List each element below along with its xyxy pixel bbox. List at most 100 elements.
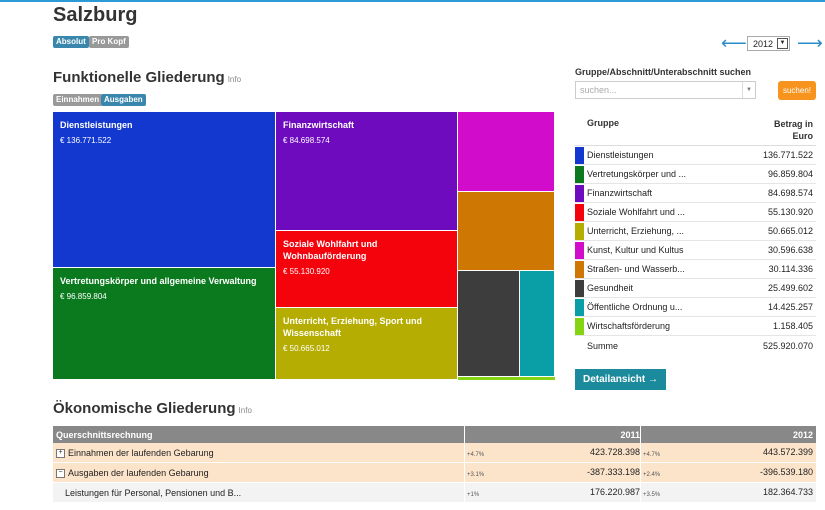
group-row-value: 55.130.920 — [767, 207, 813, 217]
color-swatch — [575, 261, 584, 278]
sum-value: 525.920.070 — [762, 341, 813, 351]
group-row-value: 30.114.336 — [768, 264, 813, 274]
value-2011: -387.333.198 — [586, 467, 640, 477]
tile-1-label: Vertretungskörper und allgemeine Verwalt… — [60, 276, 257, 286]
economic-row-text: Ausgaben der laufenden Gebarung — [68, 468, 209, 478]
col-year2-header: 2012 — [792, 430, 813, 440]
group-row-value: 84.698.574 — [767, 188, 813, 198]
economic-info-link[interactable]: Info — [239, 406, 252, 415]
badge-einnahmen[interactable]: Einnahmen — [53, 94, 103, 106]
treemap: Dienstleistungen € 136.771.522 Vertretun… — [53, 112, 555, 380]
group-row-value: 96.859.804 — [767, 169, 813, 179]
tile-1[interactable]: Vertretungskörper und allgemeine Verwalt… — [53, 268, 276, 380]
tile-0-label: Dienstleistungen — [60, 120, 133, 130]
color-swatch — [575, 318, 584, 335]
prev-year-arrow-icon[interactable]: ⟵ — [721, 34, 747, 52]
group-row-name: Straßen- und Wasserb... — [587, 264, 685, 274]
functional-info-link[interactable]: Info — [228, 75, 241, 84]
header-divider — [640, 426, 641, 443]
tile-9[interactable] — [458, 377, 555, 380]
economic-heading-text: Ökonomische Gliederung — [53, 400, 236, 417]
tile-2[interactable]: Finanzwirtschaft € 84.698.574 — [276, 112, 458, 231]
group-row-name: Finanzwirtschaft — [587, 188, 653, 198]
tile-5[interactable] — [458, 112, 555, 192]
economic-table: Querschnittsrechnung 2011 2012 + Einnahme… — [53, 426, 816, 503]
next-year-arrow-icon[interactable]: ⟶ — [797, 34, 823, 52]
tile-0[interactable]: Dienstleistungen € 136.771.522 — [53, 112, 276, 268]
economic-row-text: Einnahmen der laufenden Gebarung — [68, 448, 214, 458]
group-row-name: Unterricht, Erziehung, ... — [587, 226, 685, 236]
col-amount-header: Betrag in Euro — [774, 118, 813, 142]
badge-ausgaben[interactable]: Ausgaben — [101, 94, 146, 106]
color-swatch — [575, 185, 584, 202]
search-input[interactable]: suchen... ▼ — [575, 81, 756, 99]
year-select[interactable]: 2012 ▼ — [747, 36, 790, 51]
color-swatch — [575, 166, 584, 183]
chevron-down-icon[interactable]: ▼ — [742, 82, 755, 98]
color-swatch — [575, 223, 584, 240]
page-title: Salzburg — [53, 4, 138, 26]
economic-row-label[interactable]: − Ausgaben der laufenden Gebarung — [56, 468, 209, 479]
group-row-name: Kunst, Kultur und Kultus — [587, 245, 684, 255]
group-row-name: Soziale Wohlfahrt und ... — [587, 207, 685, 217]
tile-6[interactable] — [458, 192, 555, 271]
top-accent-line — [0, 0, 825, 2]
group-row-value: 1.158.405 — [772, 321, 813, 331]
group-row-name: Gesundheit — [587, 283, 634, 293]
group-row[interactable]: Wirtschaftsförderung 1.158.405 — [575, 317, 816, 336]
group-rows: Dienstleistungen 136.771.522 Vertretungskö… — [575, 146, 816, 336]
economic-row-label[interactable]: + Einnahmen der laufenden Gebarung — [56, 448, 214, 459]
group-row[interactable]: Unterricht, Erziehung, ... 50.665.012 — [575, 222, 816, 241]
group-row-value: 30.596.638 — [767, 245, 813, 255]
group-row[interactable]: Finanzwirtschaft 84.698.574 — [575, 184, 816, 203]
tile-3-value: € 55.130.920 — [283, 267, 330, 276]
group-row[interactable]: Dienstleistungen 136.771.522 — [575, 146, 816, 165]
functional-heading-text: Funktionelle Gliederung — [53, 69, 225, 86]
column-separator — [640, 463, 641, 482]
group-row-value: 136.771.522 — [762, 150, 813, 160]
tile-8[interactable] — [520, 271, 555, 377]
tile-4[interactable]: Unterricht, Erziehung, Sport und Wissens… — [276, 308, 458, 380]
group-row[interactable]: Öffentliche Ordnung u... 14.425.257 — [575, 298, 816, 317]
group-sum-row: Summe 525.920.070 — [575, 336, 816, 354]
col-amount-line2: Euro — [792, 131, 813, 141]
value-2012: -396.539.180 — [759, 467, 813, 477]
col-group-header: Gruppe — [587, 118, 620, 128]
value-2012: 443.572.399 — [762, 447, 813, 457]
tile-7[interactable] — [458, 271, 520, 377]
tile-3[interactable]: Soziale Wohlfahrt und Wohnbauförderung €… — [276, 231, 458, 308]
group-row-value: 50.665.012 — [767, 226, 813, 236]
tile-2-value: € 84.698.574 — [283, 136, 330, 145]
expand-icon[interactable]: + — [56, 449, 65, 459]
economic-rows: + Einnahmen der laufenden Gebarung +4.7% 42… — [53, 443, 816, 503]
badge-absolut[interactable]: Absolut — [53, 36, 89, 48]
economic-table-header: Querschnittsrechnung 2011 2012 — [53, 426, 816, 443]
search-placeholder: suchen... — [580, 85, 617, 95]
group-table-header: Gruppe Betrag in Euro — [575, 113, 816, 146]
group-row[interactable]: Vertretungskörper und ... 96.859.804 — [575, 165, 816, 184]
group-row[interactable]: Gesundheit 25.499.602 — [575, 279, 816, 298]
group-row-value: 25.499.602 — [767, 283, 813, 293]
economic-row-text: Leistungen für Personal, Pensionen und B… — [65, 488, 242, 498]
group-row[interactable]: Kunst, Kultur und Kultus 30.596.638 — [575, 241, 816, 260]
detail-view-button[interactable]: Detailansicht → — [575, 369, 666, 390]
value-2011: 176.220.987 — [589, 487, 640, 497]
economic-row[interactable]: Leistungen für Personal, Pensionen und B… — [53, 483, 816, 503]
group-row[interactable]: Straßen- und Wasserb... 30.114.336 — [575, 260, 816, 279]
col-amount-line1: Betrag in — [773, 119, 813, 129]
group-row[interactable]: Soziale Wohlfahrt und ... 55.130.920 — [575, 203, 816, 222]
economic-row-label[interactable]: Leistungen für Personal, Pensionen und B… — [65, 488, 241, 498]
group-table: Gruppe Betrag in Euro Dienstleistungen 13… — [575, 113, 816, 354]
tile-0-value: € 136.771.522 — [60, 136, 112, 145]
functional-heading: Funktionelle Gliederung Info — [53, 69, 241, 86]
tile-1-value: € 96.859.804 — [60, 292, 107, 301]
economic-row[interactable]: + Einnahmen der laufenden Gebarung +4.7% 42… — [53, 443, 816, 463]
tile-4-label: Unterricht, Erziehung, Sport und Wissens… — [283, 316, 422, 338]
search-button[interactable]: suchen! — [778, 81, 816, 100]
group-row-name: Vertretungskörper und ... — [587, 169, 687, 179]
collapse-icon[interactable]: − — [56, 469, 65, 479]
economic-heading: Ökonomische Gliederung Info — [53, 400, 252, 417]
search-label: Gruppe/Abschnitt/Unterabschnitt suchen — [575, 67, 752, 77]
badge-pro-kopf[interactable]: Pro Kopf — [89, 36, 129, 48]
economic-row[interactable]: − Ausgaben der laufenden Gebarung +3.1% -38… — [53, 463, 816, 483]
